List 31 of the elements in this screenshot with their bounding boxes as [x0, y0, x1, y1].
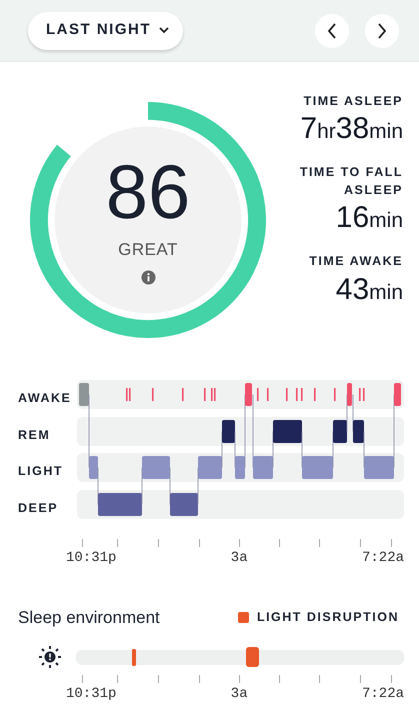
stage-label: REM — [18, 426, 52, 444]
sleep-score: 86 — [106, 154, 190, 231]
stat-label: TIME ASLEEP — [302, 93, 403, 110]
light-icon — [38, 644, 62, 668]
time-label: 3a — [230, 686, 248, 700]
time-label: 7:22a — [362, 551, 404, 565]
stat-label: TIME AWAKE — [308, 253, 403, 270]
time-label: 3a — [230, 551, 248, 565]
light-disruption-marker — [246, 646, 259, 666]
next-button[interactable] — [365, 14, 399, 48]
range-dropdown[interactable]: LAST NIGHT — [28, 12, 183, 50]
stat-value: 16min — [334, 201, 403, 234]
legend-label: LIGHT DISRUPTION — [256, 609, 399, 626]
time-label: 7:22a — [362, 686, 404, 700]
stage-label: AWAKE — [18, 390, 72, 407]
info-icon[interactable] — [140, 270, 156, 286]
stage-label: DEEP — [18, 500, 60, 518]
legend-swatch — [238, 612, 249, 624]
previous-button[interactable] — [315, 14, 349, 48]
chevron-right-icon — [377, 22, 387, 38]
chevron-left-icon — [327, 22, 337, 38]
stat-value: 7hr38min — [299, 112, 403, 146]
stat-label: TIME TO FALL ASLEEP — [298, 164, 403, 200]
caret-icon — [159, 27, 169, 34]
time-label: 10:31p — [66, 551, 116, 565]
section-title: Sleep environment — [18, 607, 160, 629]
light-disruption-marker — [132, 648, 136, 666]
score-rating: GREAT — [118, 238, 178, 261]
time-label: 10:31p — [66, 686, 116, 700]
stage-label: LIGHT — [18, 463, 64, 480]
stat-value: 43min — [334, 272, 403, 306]
